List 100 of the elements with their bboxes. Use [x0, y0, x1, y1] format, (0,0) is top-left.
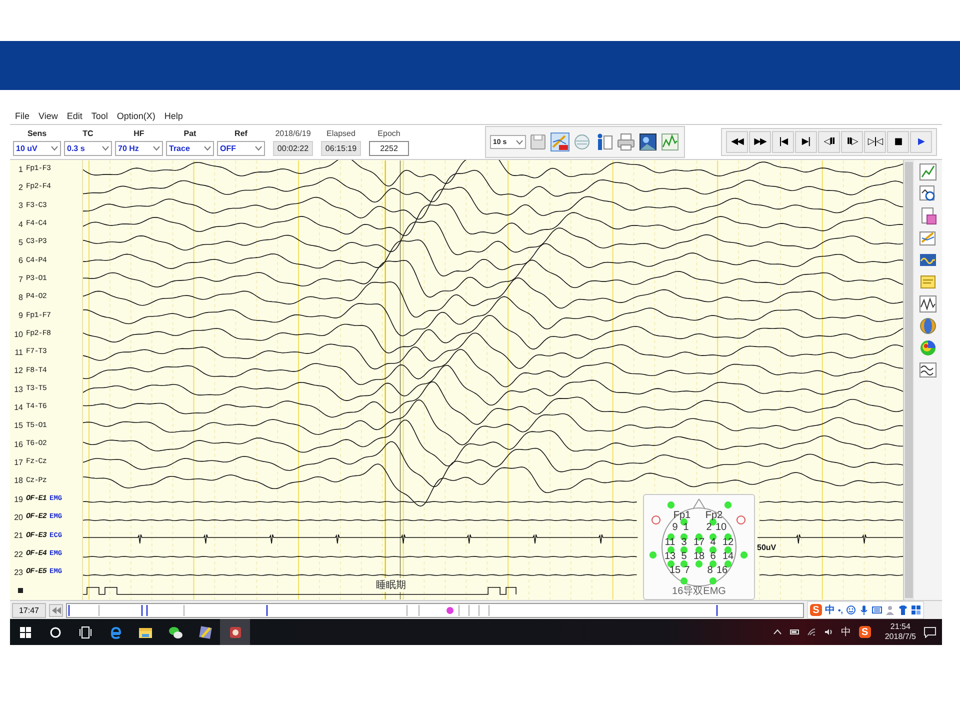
electrode-number: 14: [722, 552, 734, 562]
spectrum-icon[interactable]: [919, 251, 937, 269]
electrode-number: 7: [684, 566, 690, 576]
waveform-icon[interactable]: [919, 295, 937, 313]
chevron-up-icon[interactable]: [772, 628, 782, 636]
playback-button[interactable]: ◀◀: [726, 131, 748, 153]
dropdown[interactable]: 70 Hz: [115, 141, 163, 156]
battery-icon[interactable]: [790, 628, 799, 636]
readout-field: 06:15:19: [321, 141, 361, 156]
playback-button[interactable]: II▷: [841, 131, 863, 153]
setting-label: Pat: [184, 128, 196, 139]
electrode-number: 2: [706, 523, 712, 533]
annotation-label: 睡眠期: [376, 578, 406, 592]
caret-icon: [204, 146, 211, 151]
playback-button[interactable]: ▶▶: [749, 131, 771, 153]
readout-field: 00:02:22: [273, 141, 313, 156]
chart-icon[interactable]: [919, 163, 937, 181]
save-icon[interactable]: [528, 132, 548, 152]
channel-number: 23: [13, 568, 23, 577]
dropdown[interactable]: OFF: [217, 141, 265, 156]
menu-item[interactable]: Option(X): [116, 111, 156, 121]
time-readout: 17:47: [12, 602, 46, 618]
scrollbar[interactable]: [903, 160, 914, 600]
playback-button[interactable]: |◀: [772, 131, 794, 153]
globe-icon[interactable]: [919, 317, 937, 335]
dropdown[interactable]: 0.3 s: [64, 141, 112, 156]
magnifier-chart-icon[interactable]: [919, 185, 937, 203]
channel-number: 6: [18, 256, 23, 266]
microphone-icon[interactable]: [859, 605, 870, 615]
pencil-chart-icon[interactable]: [919, 229, 937, 247]
electrode-number: 15: [669, 566, 681, 576]
punctuation-toggle[interactable]: •,: [838, 606, 844, 614]
menu-item[interactable]: Edit: [66, 111, 82, 121]
electrode-number: 13: [664, 552, 676, 562]
timeline-track[interactable]: [66, 602, 804, 618]
channel-number: 4: [18, 220, 23, 229]
electrode-number: 1: [683, 523, 689, 533]
playback-button[interactable]: ■: [887, 131, 909, 153]
clock-time[interactable]: 21:54: [890, 622, 910, 632]
channel-number: 13: [13, 384, 23, 394]
playback-button[interactable]: ▶: [910, 131, 932, 153]
electrode-number: 18: [693, 552, 705, 562]
channel-number: 17: [13, 458, 23, 467]
speaker-icon[interactable]: [824, 628, 833, 636]
playback-button[interactable]: ▷|◁: [864, 131, 886, 153]
rewind-icon: [52, 606, 60, 614]
electrode-number: 10: [715, 523, 727, 533]
picture-icon[interactable]: [638, 132, 658, 152]
rewind-button[interactable]: [49, 604, 63, 616]
setting-label: Ref: [234, 128, 248, 139]
caret-icon: [51, 146, 58, 151]
color-map-icon[interactable]: [919, 339, 937, 357]
marker-icon: [18, 588, 23, 594]
clock-date[interactable]: 2018/7/5: [884, 632, 916, 642]
playback-button[interactable]: ◁II: [818, 131, 840, 153]
electrode-number: 9: [672, 523, 678, 533]
task-view-icon: [78, 624, 92, 640]
taskbar-button[interactable]: [220, 619, 250, 645]
channel-number: 5: [18, 238, 23, 247]
channel-number: 12: [13, 366, 23, 376]
readout-label: Elapsed: [326, 128, 356, 139]
keyboard-icon[interactable]: [872, 605, 882, 615]
shirt-icon[interactable]: [898, 605, 908, 615]
channel-number: 3: [18, 201, 23, 210]
wave-icon[interactable]: [919, 361, 937, 379]
setting-label: HF: [134, 128, 144, 139]
caret-icon: [255, 146, 262, 151]
language-indicator[interactable]: 中: [840, 625, 851, 639]
channel-number: 19: [13, 494, 23, 504]
montage-label: 16导双EMG: [671, 585, 727, 598]
channel-number: 14: [13, 402, 23, 412]
electrode-number: 6: [710, 552, 716, 562]
electrode-number: 16: [716, 566, 728, 576]
channel-number: 18: [13, 476, 23, 486]
smiley-icon[interactable]: [846, 605, 856, 615]
menu-item[interactable]: Tool: [91, 111, 108, 121]
notification-icon[interactable]: [924, 626, 936, 638]
channel-number: 20: [13, 512, 23, 522]
electrode-number: 8: [707, 566, 713, 576]
electrode-number: 17: [693, 538, 705, 548]
electrode-number: 11: [664, 538, 676, 548]
grid-icon[interactable]: [911, 605, 922, 615]
dropdown[interactable]: 10 uV: [13, 141, 61, 156]
document-icon[interactable]: [919, 207, 937, 225]
menu-item[interactable]: File: [15, 111, 30, 121]
setting-label: TC: [82, 128, 94, 139]
electrode-number: 4: [710, 538, 716, 548]
channel-number: 9: [18, 311, 23, 320]
menu-item[interactable]: Help: [164, 111, 183, 121]
dropdown[interactable]: Trace: [166, 141, 214, 156]
input-mode-toggle[interactable]: 中: [825, 603, 835, 617]
playback-button[interactable]: ▶|: [795, 131, 817, 153]
menu-item[interactable]: View: [38, 111, 58, 121]
pen-icon[interactable]: [550, 132, 570, 152]
wifi-icon[interactable]: [806, 628, 816, 636]
electrode-number: 5: [681, 552, 687, 562]
electrode-label: Fp1: [673, 511, 691, 521]
chat-icon: [168, 624, 182, 640]
electrode-label: Fp2: [705, 511, 723, 521]
search-icon: [48, 624, 62, 640]
